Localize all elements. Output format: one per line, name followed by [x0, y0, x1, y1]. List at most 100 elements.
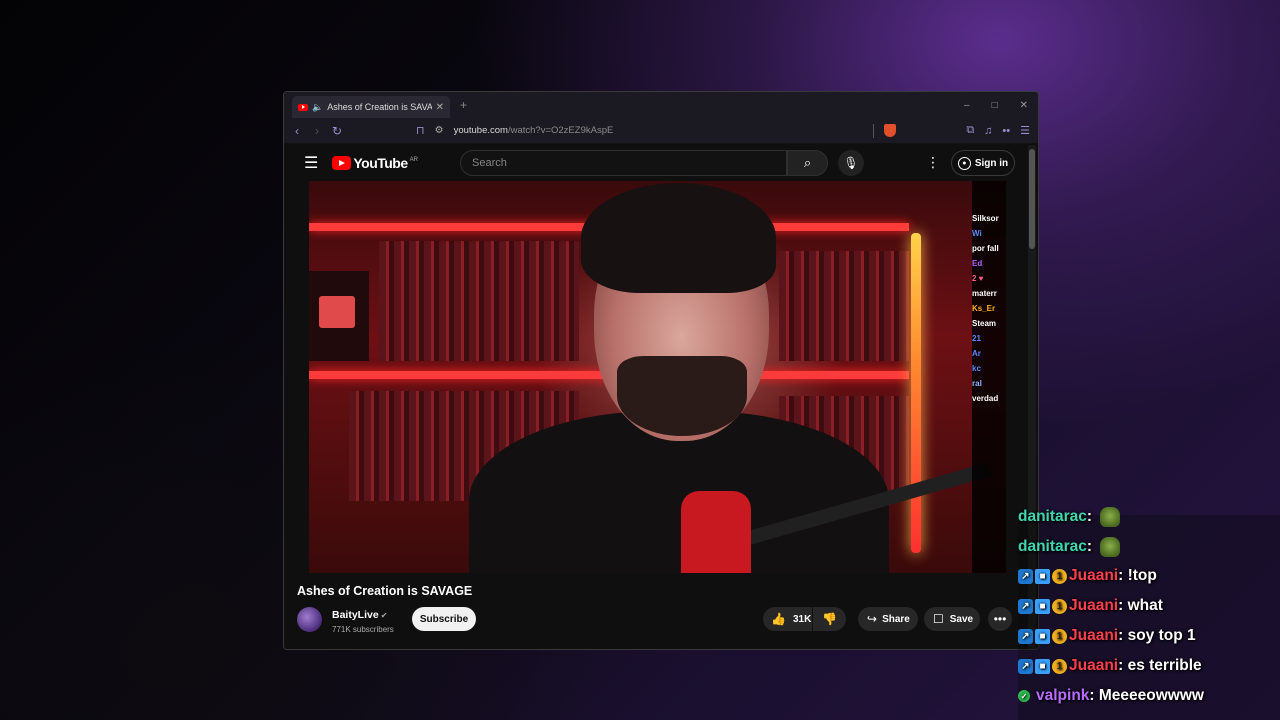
site-info-icon[interactable]: ⚙ [435, 125, 444, 136]
goblin-emote-icon [1100, 507, 1121, 527]
chat-message: ↗ ■ 1 Juaani : es terrible [1018, 657, 1202, 675]
save-playlist-icon: ☐ [933, 612, 944, 626]
browser-tabstrip: 🔈 Ashes of Creation is SAVAGE ✕ + – □ ✕ [284, 92, 1038, 118]
youtube-favicon-icon [298, 103, 308, 111]
search-button[interactable]: ⌕ [787, 150, 828, 176]
video-chat-line: materr [972, 289, 997, 298]
dislike-button[interactable]: 👎 [813, 607, 846, 631]
more-horizontal-icon: ••• [993, 612, 1007, 626]
youtube-logo[interactable]: YouTube AR [332, 155, 418, 171]
chat-username: Juaani [1069, 657, 1119, 674]
audio-playing-icon[interactable]: 🔈 [312, 102, 323, 113]
url-host: youtube.com [453, 125, 508, 136]
subscribe-button[interactable]: Subscribe [412, 607, 476, 631]
prime-badge-icon: ↗ [1018, 658, 1033, 674]
video-player[interactable]: Silksor Wi por fall Ed 2 ♥ materr Ks_Er Steam 21… [309, 181, 1006, 573]
search-input[interactable] [472, 157, 786, 169]
channel-text: BaityLive ✔ 771K subscribers [332, 605, 394, 634]
youtube-play-logo-icon [332, 156, 352, 170]
chat-username: Juaani [1069, 567, 1119, 584]
video-chat-line: Wi [972, 229, 982, 238]
youtube-page: ☰ YouTube AR ⌕ 🎙 ⋮ ● Sign in [284, 145, 1038, 649]
stream-chat-overlay: danitarac : danitarac : ↗ ■ 1 Juaani : !top ↗ ■… [1012, 505, 1280, 720]
channel-avatar[interactable] [297, 607, 322, 632]
thumbs-up-icon: 👍 [771, 612, 786, 626]
microphone-windscreen [681, 491, 751, 573]
chat-message: danitarac : [1018, 507, 1121, 527]
like-button[interactable]: 👍 31K [763, 607, 812, 631]
youtube-header: ☰ YouTube AR ⌕ 🎙 ⋮ ● Sign in [284, 145, 1026, 181]
video-chat-line: 21 [972, 334, 981, 343]
tab-close-icon[interactable]: ✕ [436, 102, 444, 113]
window-controls: – □ ✕ [964, 100, 1038, 111]
bookshelf-upper-right [779, 251, 909, 361]
share-label: Share [882, 613, 910, 625]
chat-text: : [1086, 538, 1093, 555]
chat-text: : !top [1118, 567, 1157, 584]
channel-name[interactable]: BaityLive [332, 609, 379, 621]
scrollbar-thumb[interactable] [1029, 149, 1035, 249]
voice-search-button[interactable]: 🎙 [838, 150, 864, 176]
hamburger-menu-icon[interactable]: ☰ [304, 153, 318, 173]
thumbs-down-icon: 👎 [822, 612, 837, 626]
search-icon: ⌕ [803, 155, 812, 170]
subscriber-count: 771K subscribers [332, 625, 394, 634]
music-icon[interactable]: ♫ [984, 125, 992, 137]
more-options-icon[interactable]: ⋮ [926, 154, 940, 171]
in-video-chat: Silksor Wi por fall Ed 2 ♥ materr Ks_Er Steam 21… [972, 181, 1006, 573]
streamer-beard [617, 356, 747, 436]
video-chat-line: Ar [972, 349, 981, 358]
chat-message: ↗ ■ 1 Juaani : soy top 1 [1018, 627, 1196, 645]
video-chat-line: 2 ♥ [972, 274, 984, 283]
logo-text: YouTube [353, 155, 408, 171]
address-bar: ‹ › ↻ ⊓ ⚙ youtube.com/watch?v=O2zEZ9kAsp… [284, 118, 1038, 144]
video-chat-line: verdad [972, 394, 999, 403]
bookmark-icon[interactable]: ⊓ [416, 124, 425, 137]
save-button[interactable]: ☐ Save [924, 607, 980, 631]
rank-one-badge-icon: 1 [1052, 598, 1067, 614]
microphone-icon: 🎙 [843, 156, 859, 170]
video-chat-line: kc [972, 364, 981, 373]
verified-check-icon: ✔ [380, 611, 388, 620]
chat-text: : es terrible [1118, 657, 1202, 674]
chat-username: Juaani [1069, 627, 1119, 644]
menu-icon[interactable]: ☰ [1020, 124, 1030, 137]
background-poster [319, 296, 355, 328]
extension-icon[interactable]: •• [1002, 125, 1010, 137]
share-button[interactable]: ↪ Share [858, 607, 918, 631]
brave-shield-icon[interactable] [884, 124, 897, 137]
reload-icon[interactable]: ↻ [332, 124, 342, 138]
chat-text: : soy top 1 [1118, 627, 1196, 644]
new-tab-button[interactable]: + [460, 98, 467, 112]
minimize-button[interactable]: – [964, 100, 970, 111]
cube-badge-icon: ■ [1035, 658, 1050, 674]
chat-message: danitarac : [1018, 537, 1121, 557]
maximize-button[interactable]: □ [992, 100, 998, 111]
rank-one-badge-icon: 1 [1052, 658, 1067, 674]
prime-badge-icon: ↗ [1018, 628, 1033, 644]
cube-badge-icon: ■ [1035, 598, 1050, 614]
video-chat-line: por fall [972, 244, 999, 253]
close-window-button[interactable]: ✕ [1020, 100, 1028, 111]
chat-message: ↗ ■ 1 Juaani : !top [1018, 567, 1157, 585]
chat-text: : Meeeeowwww [1089, 687, 1204, 704]
cube-badge-icon: ■ [1035, 568, 1050, 584]
video-chat-line: ral [972, 379, 982, 388]
sign-in-button[interactable]: ● Sign in [951, 150, 1015, 176]
save-label: Save [949, 613, 974, 625]
search-box [460, 150, 787, 176]
browser-tab[interactable]: 🔈 Ashes of Creation is SAVAGE ✕ [292, 96, 450, 118]
chat-username: valpink [1036, 687, 1090, 704]
video-chat-line: Silksor [972, 214, 999, 223]
share-arrow-icon: ↪ [867, 612, 878, 626]
chat-message: ↗ ■ 1 Juaani : what [1018, 597, 1163, 615]
chat-text: : what [1118, 597, 1163, 614]
back-arrow-icon[interactable]: ‹ [292, 124, 302, 138]
country-code: AR [409, 157, 418, 163]
video-chat-line: Steam [972, 319, 997, 328]
forward-arrow-icon[interactable]: › [312, 124, 322, 138]
url-field[interactable]: youtube.com/watch?v=O2zEZ9kAspE [454, 125, 864, 136]
screenshot-icon[interactable]: ⧉ [966, 124, 974, 137]
more-actions-button[interactable]: ••• [988, 607, 1012, 631]
like-count: 31K [792, 613, 812, 625]
